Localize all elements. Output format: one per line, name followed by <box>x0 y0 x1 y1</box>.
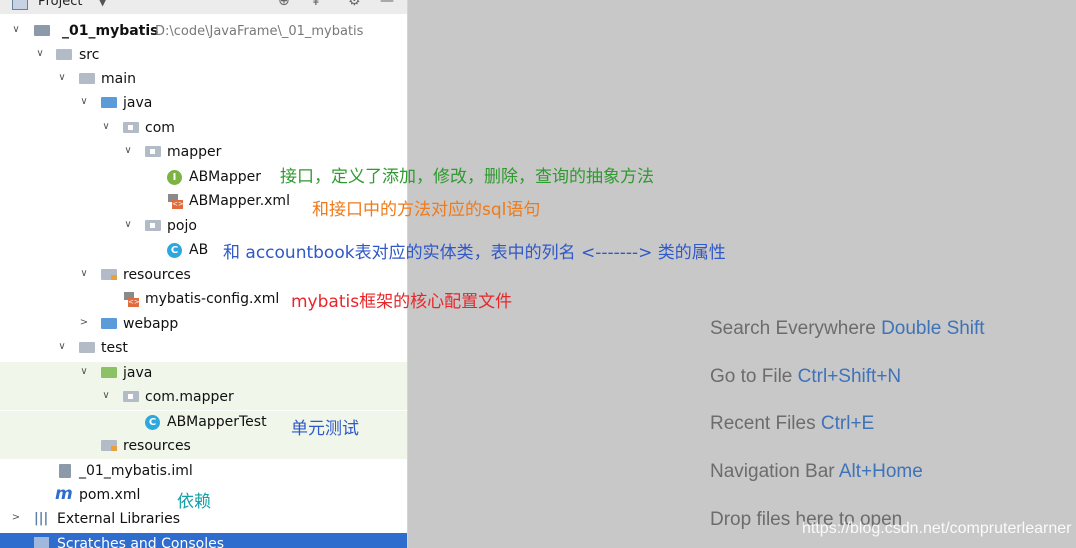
tree-node-main[interactable]: ∨ main <box>0 68 407 92</box>
tree-node-label: Scratches and Consoles <box>57 536 224 548</box>
chevron-down-icon[interactable]: ∨ <box>122 145 134 156</box>
chevron-down-icon[interactable]: ∨ <box>34 48 46 59</box>
tree-node-label: com <box>145 120 175 136</box>
annotation-mybatis-config: mybatis框架的核心配置文件 <box>291 292 513 312</box>
tree-node-label: AB <box>189 242 209 258</box>
tree-node-label: test <box>101 340 128 356</box>
chevron-down-icon[interactable]: ∨ <box>78 268 90 279</box>
project-view-title[interactable]: Project <box>38 0 82 9</box>
tree-node-java[interactable]: ∨ java <box>0 92 407 116</box>
library-icon: ||| <box>34 511 49 526</box>
folder-icon <box>79 73 95 84</box>
chevron-down-icon[interactable]: ∨ <box>56 72 68 83</box>
package-icon <box>123 391 139 402</box>
source-folder-icon <box>101 97 117 108</box>
chevron-down-icon[interactable]: ∨ <box>10 24 22 35</box>
folder-icon <box>79 342 95 353</box>
tree-node-test-java[interactable]: ∨ java <box>0 362 407 386</box>
hint-text: Recent Files <box>710 413 816 434</box>
annotation-pom: 依赖 <box>177 492 211 512</box>
maven-icon: m <box>55 484 73 504</box>
collapse-all-icon[interactable]: ⇞ <box>310 0 322 9</box>
module-path: D:\code\JavaFrame\_01_mybatis <box>155 24 364 39</box>
tree-node-label: resources <box>123 267 191 283</box>
hint-search-everywhere: Search Everywhere Double Shift <box>710 318 985 340</box>
folder-icon <box>56 49 72 60</box>
package-icon <box>123 122 139 133</box>
web-folder-icon <box>101 318 117 329</box>
locate-icon[interactable]: ⊕ <box>278 0 290 9</box>
interface-icon: I <box>167 170 182 185</box>
tree-node-label: External Libraries <box>57 511 180 527</box>
tree-node-test[interactable]: ∨ test <box>0 337 407 361</box>
module-folder-icon <box>34 25 50 36</box>
xml-file-icon: <> <box>168 194 184 210</box>
tree-node-iml[interactable]: _01_mybatis.iml <box>0 460 407 484</box>
chevron-down-icon[interactable]: ∨ <box>78 96 90 107</box>
tree-node-label: _01_mybatis <box>62 23 159 39</box>
tree-node-label: main <box>101 71 136 87</box>
tree-node-resources[interactable]: ∨ resources <box>0 264 407 288</box>
annotation-ab: 和 accountbook表对应的实体类，表中的列名 <-------> 类的属… <box>223 243 726 263</box>
hint-shortcut: Ctrl+Shift+N <box>797 366 902 387</box>
chevron-down-icon[interactable]: ∨ <box>56 341 68 352</box>
project-panel: Project ▼ ⊕ ⇞ ⚙ — ∨ _01_mybatis D:\code\… <box>0 0 408 548</box>
tree-node-com[interactable]: ∨ com <box>0 117 407 141</box>
hint-navigation-bar: Navigation Bar Alt+Home <box>710 461 923 483</box>
tree-node-com-mapper[interactable]: ∨ com.mapper <box>0 386 407 410</box>
hint-text: Search Everywhere <box>710 318 876 339</box>
tree-node-label: resources <box>123 438 191 454</box>
chevron-down-icon[interactable]: ▼ <box>98 0 107 8</box>
hint-shortcut: Double Shift <box>881 318 985 339</box>
annotation-abmapper-test: 单元测试 <box>291 419 359 439</box>
tree-node-label: pom.xml <box>79 487 141 503</box>
tree-node-webapp[interactable]: > webapp <box>0 313 407 337</box>
hint-shortcut: Ctrl+E <box>820 413 875 434</box>
tree-node-scratches[interactable]: Scratches and Consoles <box>0 533 407 548</box>
package-icon <box>145 146 161 157</box>
hint-go-to-file: Go to File Ctrl+Shift+N <box>710 366 901 388</box>
tree-node-root[interactable]: ∨ _01_mybatis D:\code\JavaFrame\_01_myba… <box>0 20 407 44</box>
tree-node-label: mybatis-config.xml <box>145 291 280 307</box>
chevron-right-icon[interactable]: > <box>10 512 22 523</box>
tree-node-src[interactable]: ∨ src <box>0 44 407 68</box>
tree-node-label: ABMapper.xml <box>189 193 290 209</box>
annotation-abmapper-xml: 和接口中的方法对应的sql语句 <box>312 200 541 220</box>
gear-icon[interactable]: ⚙ <box>348 0 361 9</box>
tree-node-label: _01_mybatis.iml <box>79 463 193 479</box>
chevron-right-icon[interactable]: > <box>78 317 90 328</box>
tree-node-label: ABMapper <box>189 169 261 185</box>
class-icon: C <box>167 243 182 258</box>
project-toolbar: Project ▼ ⊕ ⇞ ⚙ — <box>0 0 407 14</box>
watermark: https://blog.csdn.net/compruterlearner <box>802 520 1072 537</box>
project-view-icon <box>12 0 28 10</box>
hint-recent-files: Recent Files Ctrl+E <box>710 413 874 435</box>
tree-node-label: java <box>123 365 153 381</box>
tree-node-label: pojo <box>167 218 197 234</box>
hint-text: Navigation Bar <box>710 461 835 482</box>
module-file-icon <box>59 464 71 478</box>
package-icon <box>145 220 161 231</box>
tree-node-label: com.mapper <box>145 389 234 405</box>
tree-node-label: ABMapperTest <box>167 414 267 430</box>
test-resources-folder-icon <box>101 440 117 451</box>
chevron-down-icon[interactable]: ∨ <box>78 366 90 377</box>
hint-shortcut: Alt+Home <box>838 461 923 482</box>
xml-file-icon: <> <box>124 292 140 308</box>
test-source-folder-icon <box>101 367 117 378</box>
test-class-icon: C <box>145 415 160 430</box>
hint-text: Go to File <box>710 366 793 387</box>
resources-folder-icon <box>101 269 117 280</box>
tree-node-label: java <box>123 95 153 111</box>
tree-node-label: mapper <box>167 144 222 160</box>
tree-node-label: webapp <box>123 316 179 332</box>
scratches-icon <box>34 537 49 548</box>
chevron-down-icon[interactable]: ∨ <box>122 219 134 230</box>
minimize-icon[interactable]: — <box>380 0 394 9</box>
chevron-down-icon[interactable]: ∨ <box>100 121 112 132</box>
annotation-abmapper: 接口，定义了添加，修改，删除，查询的抽象方法 <box>280 167 654 187</box>
chevron-down-icon[interactable]: ∨ <box>100 390 112 401</box>
tree-node-label: src <box>79 47 100 63</box>
